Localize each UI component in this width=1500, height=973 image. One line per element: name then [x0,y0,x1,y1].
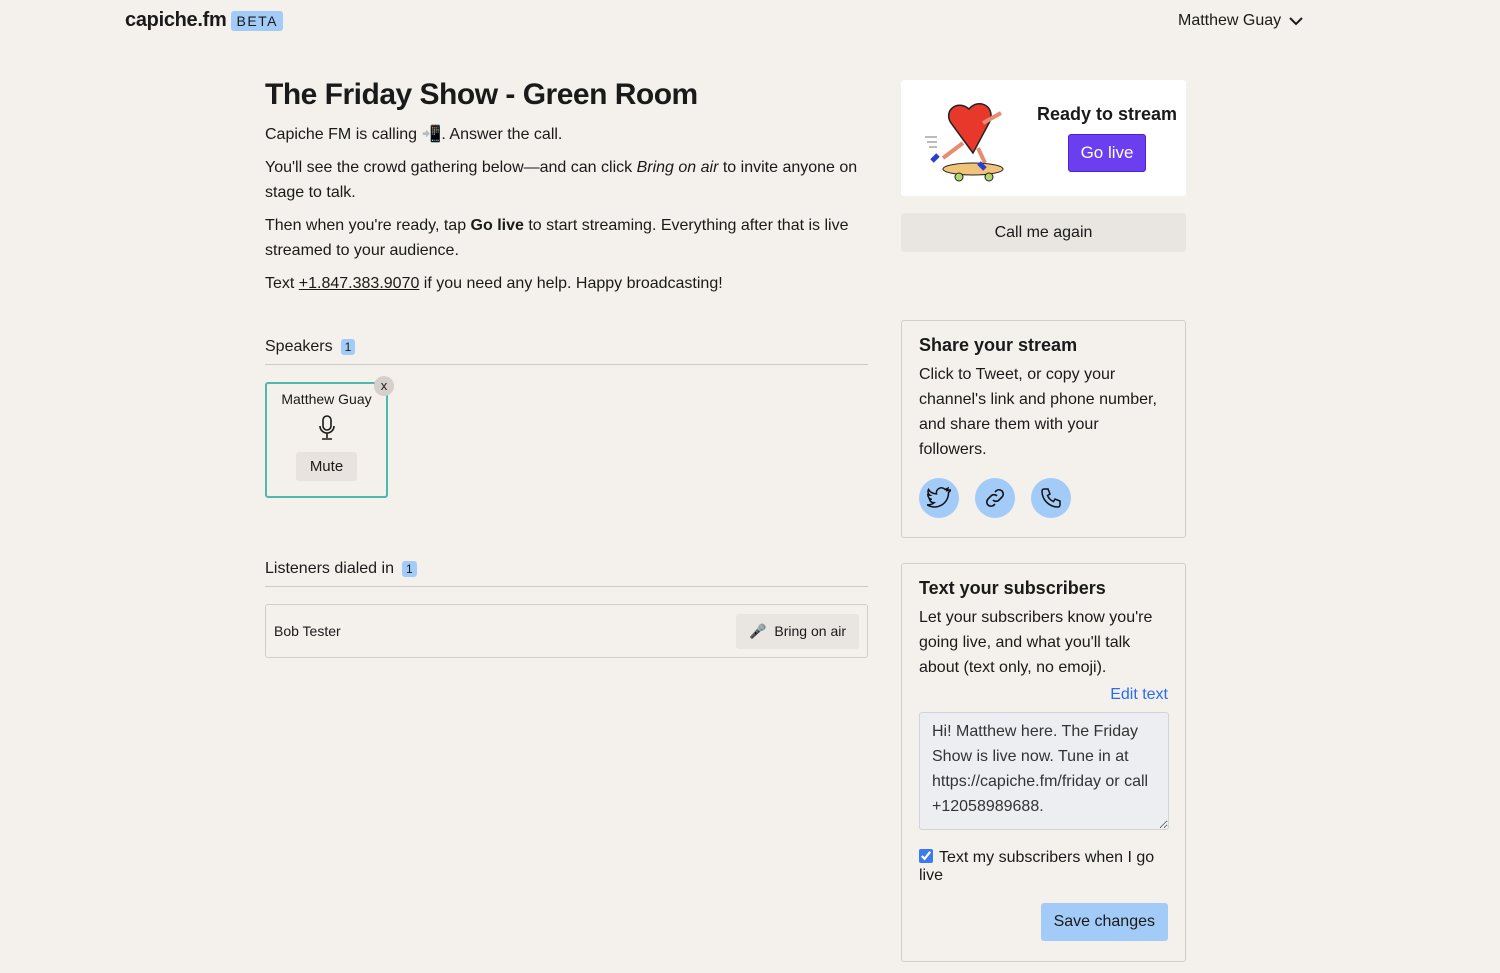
microphone-icon [318,415,335,440]
user-name: Matthew Guay [1178,12,1282,29]
instructions-1: You'll see the crowd gathering below—and… [265,159,858,201]
listener-name: Bob Tester [274,623,341,639]
text-subscribers-option: Text my subscribers when I go live [919,849,1155,884]
call-me-again-button[interactable]: Call me again [901,213,1186,252]
text-subscribers-panel: Text your subscribers Let your subscribe… [901,563,1186,962]
speakers-label: Speakers [265,338,333,355]
speaker-name: Matthew Guay [281,391,372,407]
listener-row: Bob Tester 🎤 Bring on air [265,604,868,658]
remove-speaker-button[interactable]: x [374,376,394,396]
page-title: The Friday Show - Green Room [265,78,698,111]
speakers-count: 1 [340,339,356,355]
edit-text-link[interactable]: Edit text [919,686,1168,704]
chevron-down-icon [1289,16,1303,25]
user-menu[interactable]: Matthew Guay [1178,12,1303,30]
ready-to-stream-title: Ready to stream [1037,104,1178,124]
calling-text: Capiche FM is calling 📲. Answer the call… [265,126,563,143]
share-stream-panel: Share your stream Click to Tweet, or cop… [901,320,1186,538]
link-icon[interactable] [975,478,1015,518]
main-column: The Friday Show - Green Room Capiche FM … [265,78,868,658]
phone-icon[interactable] [1031,478,1071,518]
go-live-button[interactable]: Go live [1067,134,1147,172]
speaker-card: x Matthew Guay Mute [265,376,394,498]
brand[interactable]: capiche.fm BETA [125,9,284,32]
listeners-count: 1 [401,561,417,577]
listeners-label: Listeners dialed in [265,560,394,577]
microphone-icon: 🎤 [748,622,767,639]
help-phone-link[interactable]: +1.847.383.9070 [299,275,420,292]
share-text: Click to Tweet, or copy your channel's l… [919,366,1157,458]
text-subscribers-checkbox[interactable] [919,849,933,863]
logo[interactable]: capiche.fm [125,9,227,32]
ready-card: Ready to stream Go live [901,80,1186,196]
twitter-icon[interactable] [919,478,959,518]
bring-on-air-button[interactable]: 🎤 Bring on air [735,613,859,649]
subscriber-message-input[interactable]: Hi! Matthew here. The Friday Show is liv… [919,712,1169,830]
save-changes-button[interactable]: Save changes [1040,903,1168,941]
skateboard-heart-illustration [925,103,1004,182]
subscribers-text: Let your subscribers know you're going l… [919,609,1153,676]
mute-button[interactable]: Mute [295,452,358,481]
instructions-2: Then when you're ready, tap Go live to s… [265,217,849,259]
subscribers-title: Text your subscribers [919,578,1106,598]
phone-emoji-icon: 📲 [421,126,442,143]
help-text: Text +1.847.383.9070 if you need any hel… [265,275,723,292]
listeners-header: Listeners dialed in 1 [265,560,868,587]
share-title: Share your stream [919,335,1078,355]
beta-badge: BETA [231,10,284,31]
speakers-header: Speakers 1 [265,338,868,365]
